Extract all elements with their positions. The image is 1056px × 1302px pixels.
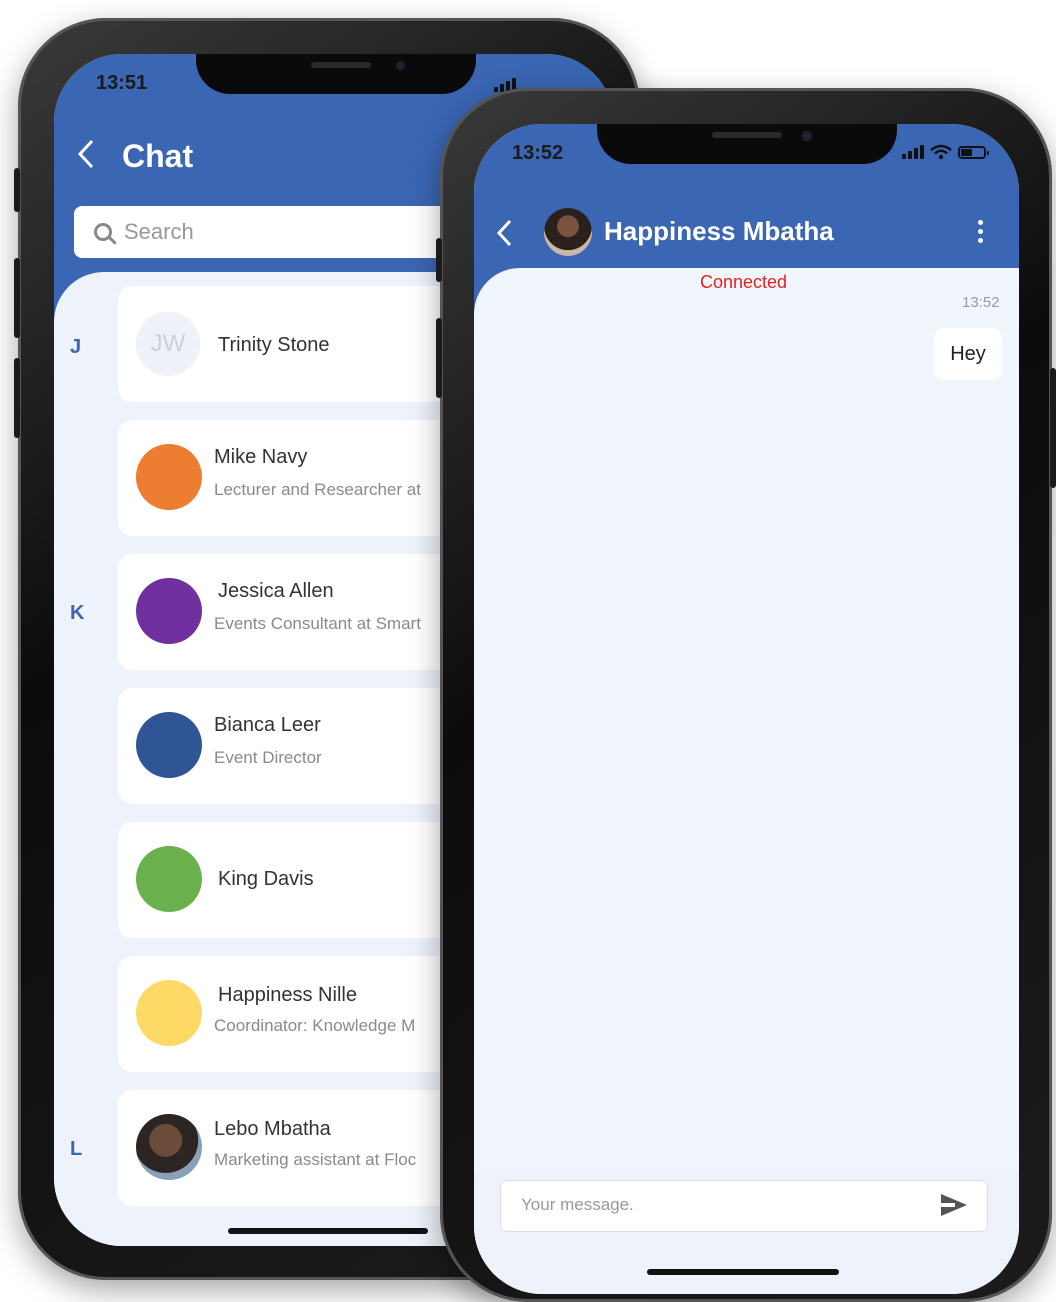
connection-status: Connected: [700, 272, 788, 292]
message-input[interactable]: Your message.: [500, 1180, 988, 1232]
conversation-screen: 13:52 Happiness Mbatha Connected 13:52 H…: [474, 124, 1019, 1294]
front-camera: [802, 131, 812, 141]
avatar: [136, 980, 202, 1046]
section-letter-l: L: [70, 1138, 83, 1160]
composer-bar: Your message.: [474, 1170, 1019, 1294]
message-time: 13:52: [962, 294, 1000, 311]
status-time: 13:51: [96, 72, 148, 94]
message-area: Connected 13:52 Hey: [474, 268, 1019, 1278]
contact-name: King Davis: [218, 868, 314, 890]
contact-subtitle: Event Director: [214, 748, 322, 767]
wifi-icon: [930, 144, 952, 160]
search-icon: [94, 223, 112, 241]
chevron-left-icon: [496, 219, 512, 247]
back-button[interactable]: [76, 138, 96, 179]
message-bubble[interactable]: Hey: [934, 328, 1002, 380]
message-placeholder: Your message.: [521, 1195, 634, 1214]
contact-subtitle: Marketing assistant at Floc: [214, 1150, 417, 1169]
avatar: [136, 846, 202, 912]
home-indicator[interactable]: [647, 1269, 839, 1275]
contact-name: Jessica Allen: [218, 580, 334, 602]
speaker: [311, 62, 371, 68]
front-camera: [396, 61, 405, 70]
avatar-initials: JW: [136, 312, 200, 376]
avatar: [136, 444, 202, 510]
notch: [597, 124, 897, 164]
contact-name: Happiness Mbatha: [604, 216, 834, 246]
avatar: [136, 712, 202, 778]
contact-name: Happiness Nille: [218, 984, 357, 1006]
volume-down-button: [14, 358, 20, 438]
section-letter-j: J: [70, 336, 82, 358]
contact-name: Mike Navy: [214, 446, 308, 468]
phone-chat-conversation: 13:52 Happiness Mbatha Connected 13:52 H…: [436, 88, 1056, 1302]
mute-switch: [14, 168, 20, 212]
section-letter-k: K: [70, 602, 85, 624]
contact-subtitle: Lecturer and Researcher at: [214, 480, 421, 499]
mute-switch: [436, 238, 442, 282]
battery-icon: [958, 145, 989, 159]
side-button: [1050, 368, 1056, 488]
contact-name: Bianca Leer: [214, 714, 321, 736]
contact-name: Lebo Mbatha: [214, 1118, 331, 1140]
contact-subtitle: Events Consultant at Smart: [214, 614, 421, 633]
volume-up-button: [436, 318, 442, 398]
volume-up-button: [14, 258, 20, 338]
signal-icon: [902, 145, 924, 159]
speaker: [712, 132, 782, 138]
avatar-photo: [136, 1114, 202, 1180]
status-icons: [902, 144, 989, 160]
home-indicator[interactable]: [228, 1228, 428, 1234]
back-button[interactable]: [496, 218, 514, 257]
contact-avatar[interactable]: [544, 208, 592, 256]
avatar: [136, 578, 202, 644]
page-title: Chat: [122, 138, 194, 174]
contact-subtitle: Coordinator: Knowledge M: [214, 1016, 416, 1035]
send-icon[interactable]: [941, 1194, 967, 1216]
contact-name: Trinity Stone: [218, 334, 330, 356]
search-placeholder: Search: [124, 219, 194, 244]
status-time: 13:52: [512, 142, 564, 164]
more-vertical-icon[interactable]: [978, 220, 983, 243]
chevron-left-icon: [77, 139, 94, 169]
notch: [196, 54, 476, 94]
